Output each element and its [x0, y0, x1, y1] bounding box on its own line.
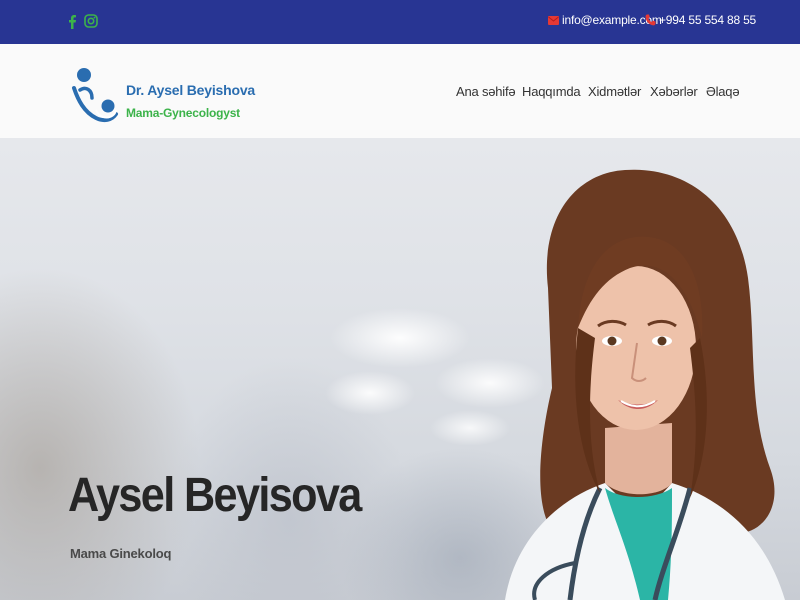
instagram-link[interactable] [83, 12, 99, 30]
instagram-icon [84, 14, 98, 28]
doctor-portrait [505, 169, 785, 600]
site-header: Dr. Aysel Beyishova Mama-Gynecologyst An… [0, 44, 800, 138]
brand-name[interactable]: Dr. Aysel Beyishova [126, 82, 255, 98]
phone-icon [645, 14, 656, 26]
envelope-icon [548, 15, 559, 25]
facebook-icon [69, 14, 76, 29]
hero-title: Aysel Beyisova [68, 469, 362, 522]
logo-icon [72, 68, 118, 123]
nav-item-about[interactable]: Haqqımda [522, 84, 581, 99]
hero-banner: Aysel Beyisova Mama Ginekoloq [0, 138, 800, 600]
nav-item-news[interactable]: Xəbərlər [650, 84, 698, 99]
phone-text: +994 55 554 88 55 [659, 13, 757, 27]
nav-item-home[interactable]: Ana səhifə [456, 84, 516, 99]
hero-subtitle: Mama Ginekoloq [70, 546, 172, 561]
nav-item-contact[interactable]: Əlaqə [706, 84, 740, 99]
phone-link[interactable]: +994 55 554 88 55 [645, 13, 756, 27]
brand-tagline: Mama-Gynecologyst [126, 106, 240, 120]
top-bar: info@example.com +994 55 554 88 55 [0, 0, 800, 44]
facebook-link[interactable] [64, 12, 80, 30]
nav-item-services[interactable]: Xidmətlər [588, 84, 641, 99]
